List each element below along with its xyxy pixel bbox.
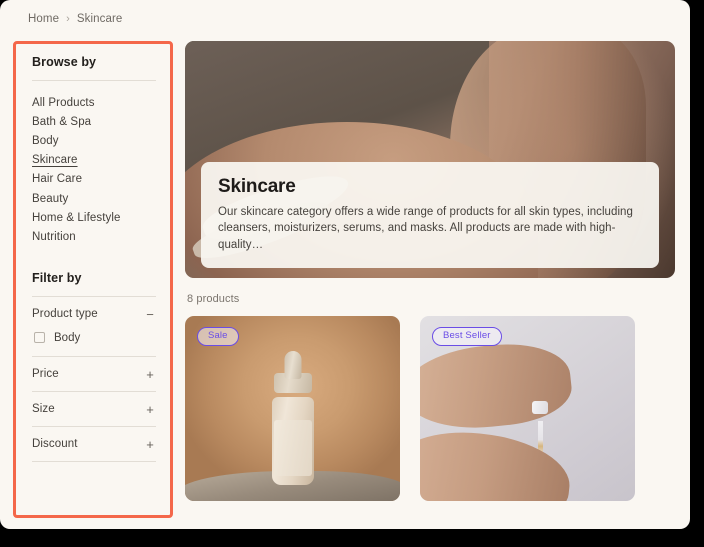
- sidebar-item-bath-and-spa[interactable]: Bath & Spa: [32, 112, 156, 131]
- screenshot-viewport: Home › Skincare Browse by All Products B…: [0, 0, 704, 547]
- product-card[interactable]: Sale: [185, 316, 400, 501]
- chevron-right-icon: ›: [66, 12, 70, 25]
- hero-description: Our skincare category offers a wide rang…: [218, 206, 633, 251]
- filter-separator: [32, 460, 156, 462]
- filter-option-body[interactable]: Body: [32, 331, 156, 356]
- filter-group-discount[interactable]: Discount +: [32, 427, 156, 461]
- product-image-hands-dropper[interactable]: Best Seller: [420, 316, 635, 501]
- status-badge: Best Seller: [432, 327, 502, 347]
- filter-group-size[interactable]: Size +: [32, 392, 156, 426]
- category-hero-banner: Skincare Our skincare category offers a …: [185, 41, 675, 278]
- product-image-serum-bottle[interactable]: Sale: [185, 316, 400, 501]
- browse-by-list: All Products Bath & Spa Body Skincare Ha…: [32, 81, 156, 247]
- filter-option-body-label: Body: [54, 331, 81, 344]
- sidebar-item-nutrition[interactable]: Nutrition: [32, 227, 156, 246]
- plus-icon: +: [146, 436, 154, 452]
- breadcrumb-item-skincare[interactable]: Skincare: [77, 13, 123, 25]
- checkbox-icon[interactable]: [34, 332, 45, 343]
- main-content: Skincare Our skincare category offers a …: [185, 41, 690, 529]
- filter-group-price-label: Price: [32, 368, 59, 380]
- sidebar-item-beauty[interactable]: Beauty: [32, 189, 156, 208]
- sidebar: Browse by All Products Bath & Spa Body S…: [16, 44, 170, 515]
- filter-group-product-type-label: Product type: [32, 308, 98, 320]
- product-image-hand-lower: [420, 425, 575, 501]
- filter-group-product-type[interactable]: Product type −: [32, 297, 156, 331]
- filter-group-size-label: Size: [32, 403, 55, 415]
- product-grid: Sale Best Seller: [185, 316, 690, 501]
- plus-icon: +: [146, 401, 154, 417]
- hero-text-card: Skincare Our skincare category offers a …: [201, 162, 659, 268]
- product-image-bottle-label: [273, 419, 312, 476]
- plus-icon: +: [146, 366, 154, 382]
- browse-by-title: Browse by: [32, 55, 97, 69]
- filter-group-discount-label: Discount: [32, 438, 78, 450]
- filter-by-title: Filter by: [32, 270, 82, 285]
- sidebar-highlight-box: Browse by All Products Bath & Spa Body S…: [13, 41, 173, 518]
- minus-icon: −: [146, 306, 154, 322]
- status-badge: Sale: [197, 327, 239, 347]
- product-count: 8 products: [187, 293, 240, 305]
- product-card[interactable]: Best Seller: [420, 316, 635, 501]
- page-title: Skincare: [218, 176, 296, 198]
- sidebar-item-all-products[interactable]: All Products: [32, 93, 156, 112]
- breadcrumb: Home › Skincare: [28, 13, 122, 25]
- breadcrumb-item-home[interactable]: Home: [28, 13, 59, 25]
- browser-page: Home › Skincare Browse by All Products B…: [0, 0, 690, 529]
- product-image-pipette-cap: [531, 401, 548, 415]
- filter-group-price[interactable]: Price +: [32, 357, 156, 391]
- product-image-hand-upper: [420, 337, 575, 436]
- sidebar-item-hair-care[interactable]: Hair Care: [32, 170, 156, 189]
- sidebar-item-body[interactable]: Body: [32, 131, 156, 150]
- sidebar-item-home-and-lifestyle[interactable]: Home & Lifestyle: [32, 208, 156, 227]
- sidebar-item-skincare[interactable]: Skincare: [32, 151, 156, 170]
- product-image-dropper-teat: [284, 351, 301, 380]
